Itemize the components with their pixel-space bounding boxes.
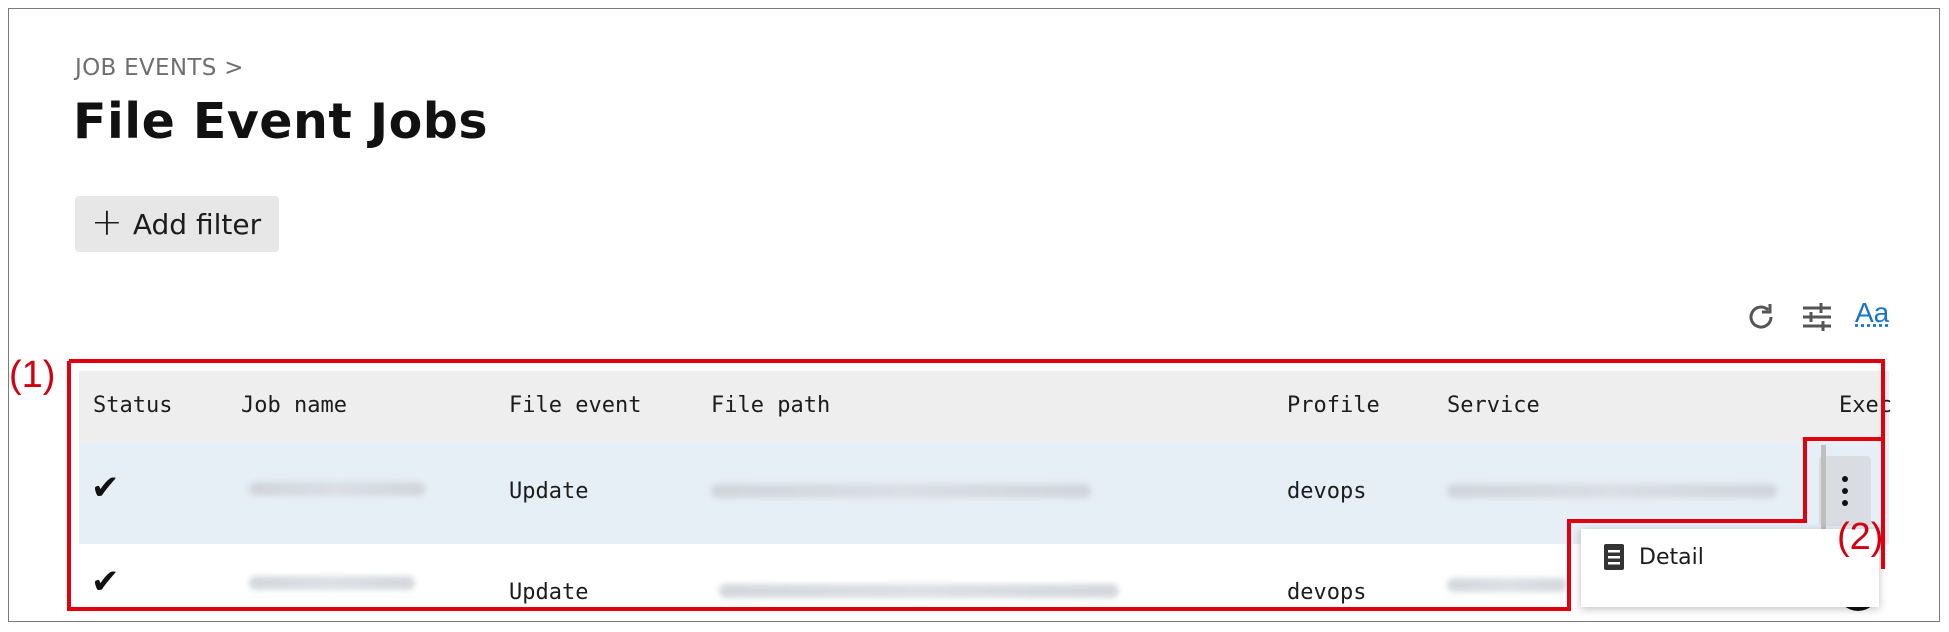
callout-outlines [67, 359, 1885, 611]
app-window: JOB EVENTS > File Event Jobs + Add filte… [8, 8, 1940, 622]
callout-label-2: (2) [1837, 516, 1884, 558]
callout-outline-1 [67, 359, 1885, 611]
callout-outline-2 [1567, 437, 1885, 607]
callout-label-1: (1) [9, 354, 56, 396]
